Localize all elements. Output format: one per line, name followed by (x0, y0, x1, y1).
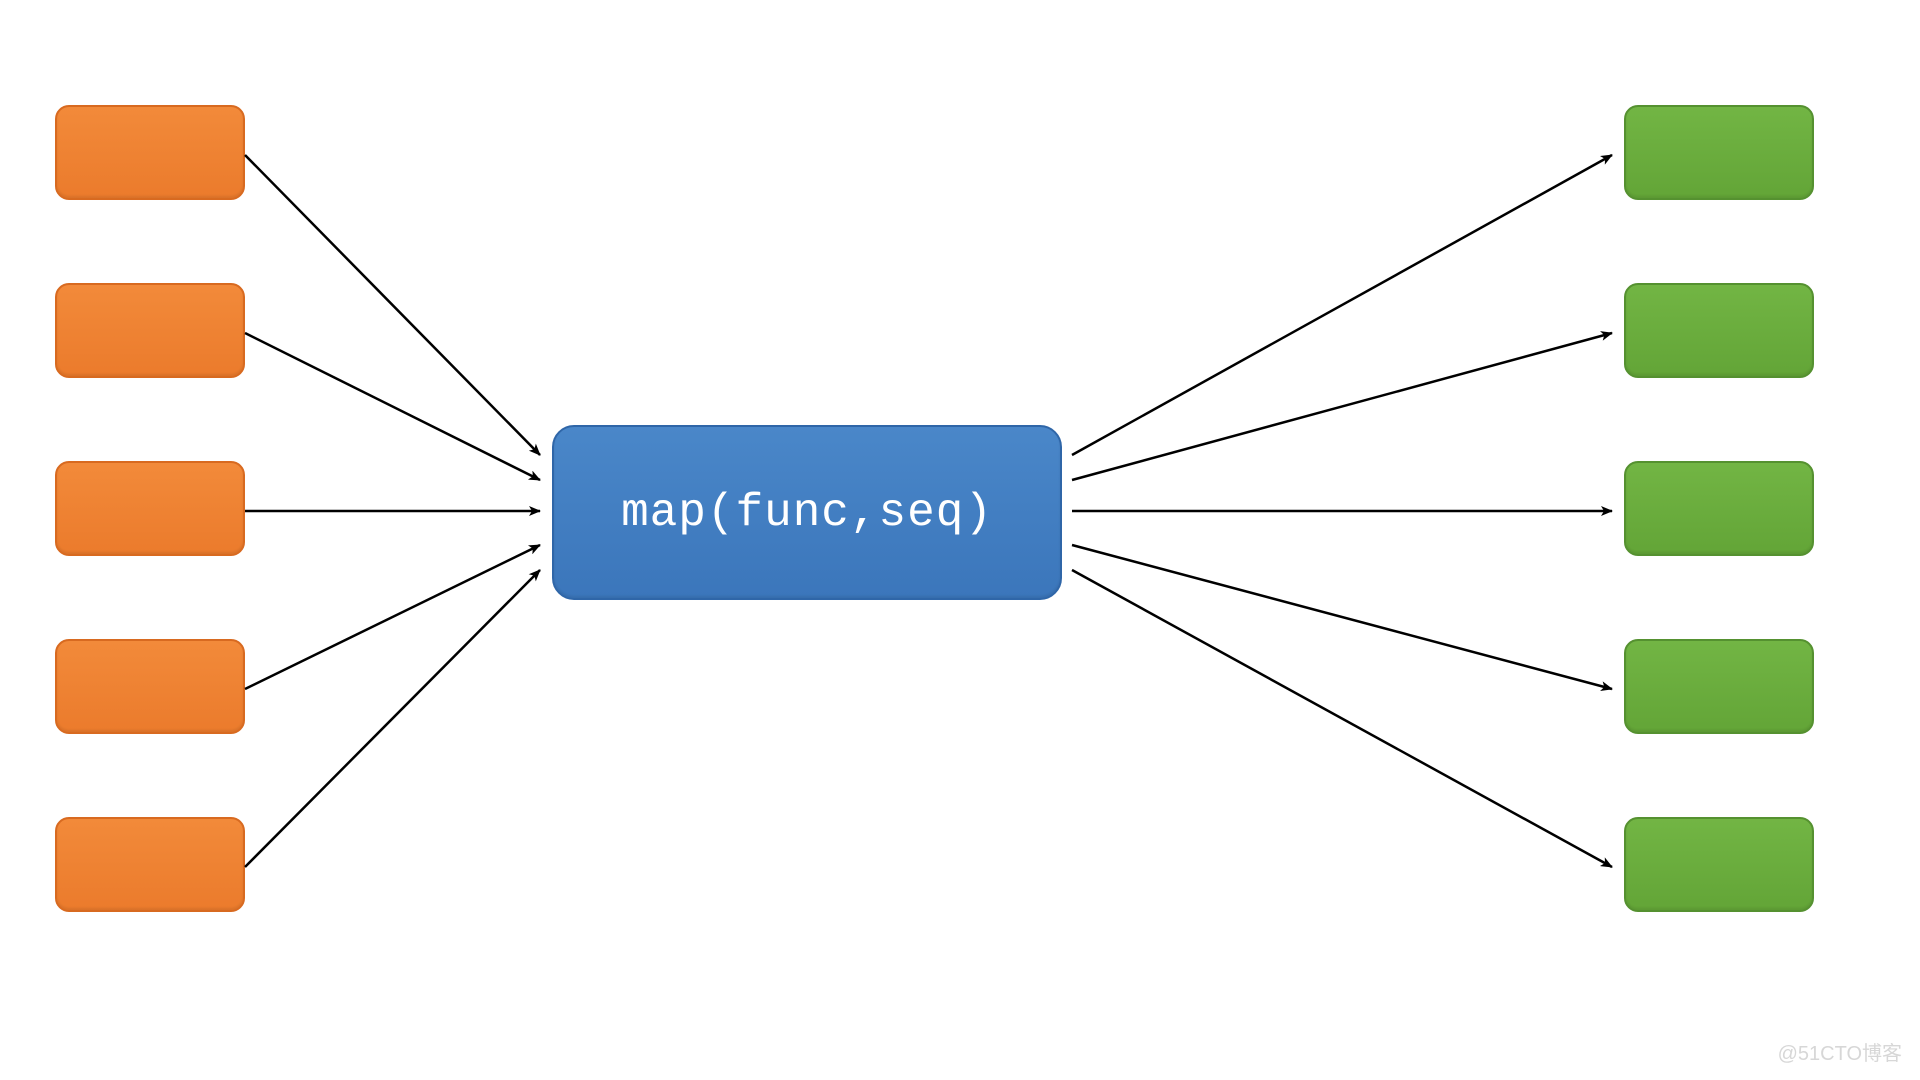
input-block-5 (55, 817, 245, 912)
output-block-2 (1624, 283, 1814, 378)
output-block-3 (1624, 461, 1814, 556)
arrow-in-4 (245, 545, 540, 689)
output-block-5 (1624, 817, 1814, 912)
input-block-3 (55, 461, 245, 556)
input-block-2 (55, 283, 245, 378)
map-diagram: map(func,seq) @51CTO博客 (0, 0, 1920, 1080)
arrow-out-5 (1072, 570, 1612, 867)
arrow-in-5 (245, 570, 540, 867)
arrow-out-2 (1072, 333, 1612, 480)
arrow-out-4 (1072, 545, 1612, 689)
map-function-block: map(func,seq) (552, 425, 1062, 600)
arrow-in-1 (245, 155, 540, 455)
watermark: @51CTO博客 (1778, 1037, 1902, 1066)
arrow-out-1 (1072, 155, 1612, 455)
input-block-4 (55, 639, 245, 734)
output-block-1 (1624, 105, 1814, 200)
map-function-label: map(func,seq) (621, 487, 993, 539)
output-block-4 (1624, 639, 1814, 734)
arrow-in-2 (245, 333, 540, 480)
input-block-1 (55, 105, 245, 200)
